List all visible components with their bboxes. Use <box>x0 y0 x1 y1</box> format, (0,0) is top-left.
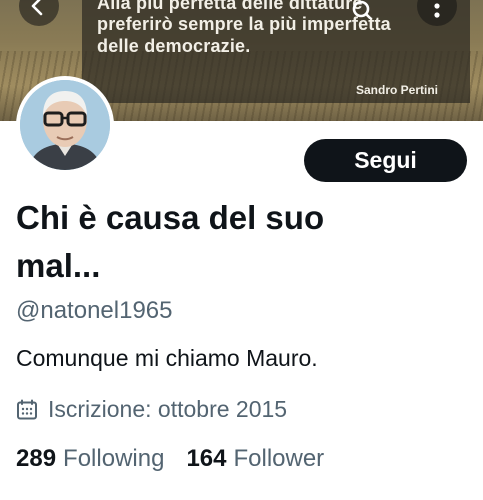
followers-count: 164 <box>186 445 227 472</box>
avatar-ring[interactable] <box>16 76 114 174</box>
following-count: 289 <box>16 445 57 472</box>
following-label: Following <box>63 445 165 472</box>
avatar-portrait-icon <box>20 80 110 170</box>
more-vertical-icon <box>434 3 440 18</box>
profile-bio: Comunque mi chiamo Mauro. <box>16 345 318 371</box>
search-icon <box>352 0 373 19</box>
banner-quote-author: Sandro Pertini <box>356 83 439 97</box>
join-date: Iscrizione: ottobre 2015 <box>16 396 287 423</box>
back-arrow-icon <box>31 0 43 16</box>
banner-quote-line: delle democrazie. <box>97 36 251 56</box>
profile-stats: 289 Following 164 Follower <box>16 445 346 473</box>
profile-display-name: Chi è causa del suo mal... <box>16 199 325 284</box>
follow-button[interactable]: Segui <box>304 139 467 182</box>
calendar-icon <box>17 399 37 419</box>
back-button[interactable] <box>19 0 59 26</box>
profile-handle: @natonel1965 <box>16 297 173 324</box>
followers-link[interactable]: 164 Follower <box>186 445 324 473</box>
join-date-label: Iscrizione: ottobre 2015 <box>48 396 288 422</box>
followers-label: Follower <box>233 445 325 472</box>
banner-quote-line: Alla più perfetta delle dittature <box>97 0 363 13</box>
avatar[interactable] <box>20 80 110 170</box>
following-link[interactable]: 289 Following <box>16 445 164 473</box>
